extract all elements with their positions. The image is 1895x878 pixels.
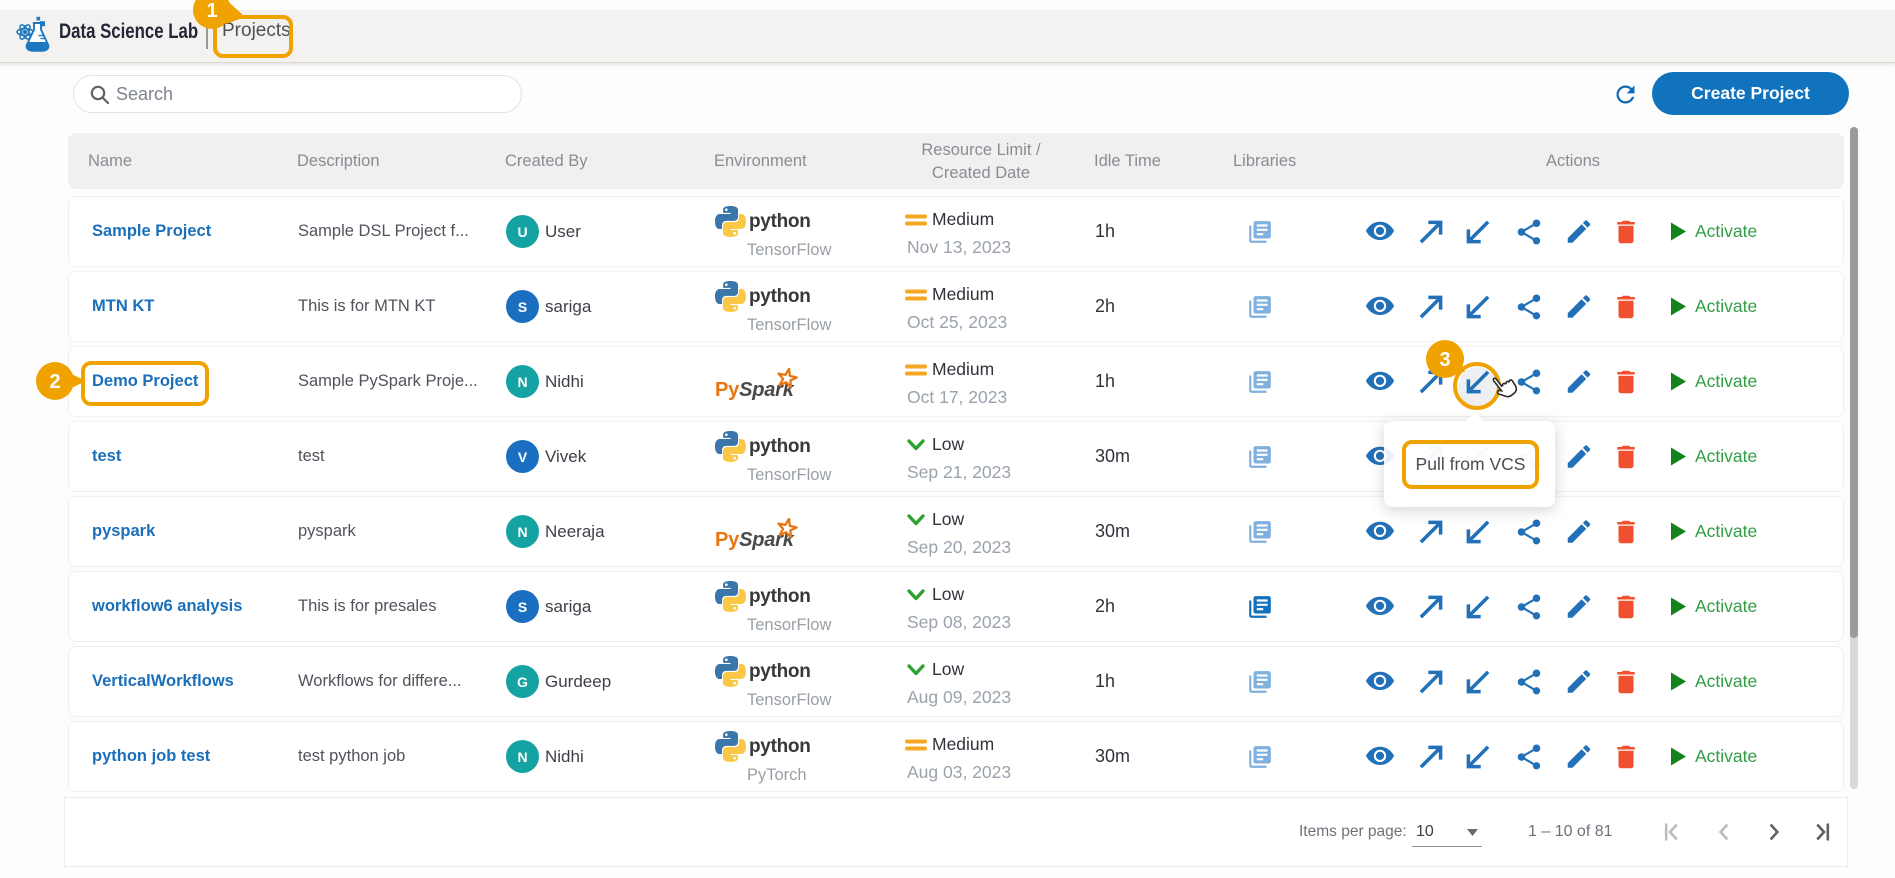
svg-text:2: 2 xyxy=(49,371,60,393)
svg-text:3: 3 xyxy=(1439,349,1450,371)
